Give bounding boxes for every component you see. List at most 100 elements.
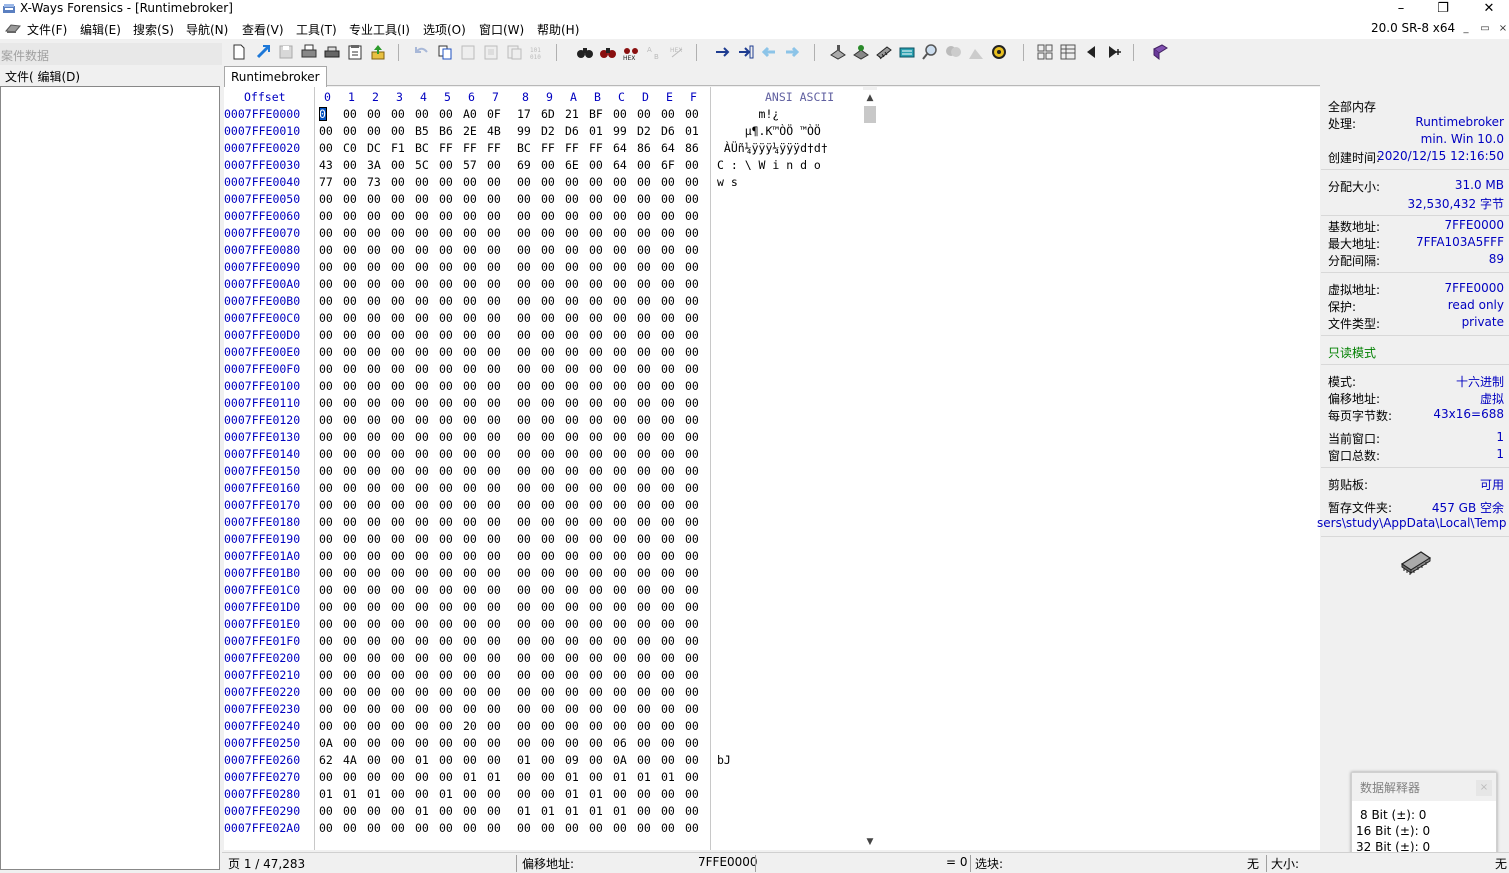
hex-byte[interactable]: 00 [589,430,609,444]
hex-byte[interactable]: D2 [637,124,657,138]
hex-byte[interactable]: 00 [613,345,633,359]
hex-byte[interactable]: 00 [319,311,339,325]
hex-byte[interactable]: 00 [463,532,483,546]
hex-byte[interactable]: 00 [463,498,483,512]
hex-byte[interactable]: 00 [487,464,507,478]
hex-byte[interactable]: 00 [391,379,411,393]
hex-byte[interactable]: 00 [589,158,609,172]
hex-byte[interactable]: 00 [589,413,609,427]
hex-byte[interactable]: 00 [463,702,483,716]
hex-byte[interactable]: 01 [415,804,435,818]
hex-byte[interactable]: 00 [541,260,561,274]
hex-byte[interactable]: 00 [391,685,411,699]
hex-byte[interactable]: 00 [517,362,537,376]
hex-byte[interactable]: 00 [565,668,585,682]
hex-byte[interactable]: BC [415,141,435,155]
hex-byte[interactable]: 00 [439,175,459,189]
hex-byte[interactable]: 00 [439,549,459,563]
hex-byte[interactable]: 00 [517,379,537,393]
hex-byte[interactable]: 00 [439,379,459,393]
hex-byte[interactable]: 00 [487,209,507,223]
hex-byte[interactable]: 00 [367,702,387,716]
hex-byte[interactable]: 00 [343,634,363,648]
hex-byte[interactable]: 00 [589,719,609,733]
hex-byte[interactable]: 00 [487,651,507,665]
hex-byte[interactable]: 00 [391,736,411,750]
hex-byte[interactable]: 00 [637,634,657,648]
hex-byte[interactable]: 00 [613,787,633,801]
hex-byte[interactable]: 00 [517,617,537,631]
hex-byte[interactable]: 86 [685,141,705,155]
hex-byte[interactable]: 5C [415,158,435,172]
hex-byte[interactable]: 00 [439,243,459,257]
hex-byte[interactable]: 00 [565,481,585,495]
hex-byte[interactable]: 00 [391,702,411,716]
hex-byte[interactable]: 00 [541,702,561,716]
hex-byte[interactable]: 00 [463,294,483,308]
hex-byte[interactable]: 00 [661,651,681,665]
hex-byte[interactable]: 00 [391,719,411,733]
hex-byte[interactable]: 00 [367,260,387,274]
ascii-text[interactable]: m!¿ [717,107,780,121]
hex-byte[interactable]: 00 [517,532,537,546]
hex-byte[interactable]: 00 [391,549,411,563]
hex-byte[interactable]: 00 [391,107,411,121]
hex-byte[interactable]: 00 [391,617,411,631]
hex-byte[interactable]: 00 [487,158,507,172]
hex-byte[interactable]: 00 [589,668,609,682]
hex-byte[interactable]: 00 [391,651,411,665]
hex-byte[interactable]: 00 [367,515,387,529]
hex-byte[interactable]: 00 [661,345,681,359]
hex-byte[interactable]: 00 [487,753,507,767]
hex-byte[interactable]: 00 [589,566,609,580]
hex-byte[interactable]: 00 [415,634,435,648]
hex-byte[interactable]: 00 [391,158,411,172]
hex-byte[interactable]: BF [589,107,609,121]
hex-byte[interactable]: 00 [661,566,681,580]
hex-byte[interactable]: 00 [685,243,705,257]
hex-byte[interactable]: 00 [343,107,363,121]
hex-byte[interactable]: 01 [517,804,537,818]
hex-byte[interactable]: 00 [415,583,435,597]
hex-byte[interactable]: 00 [541,685,561,699]
hex-byte[interactable]: 00 [565,311,585,325]
hex-byte[interactable]: 00 [589,396,609,410]
hex-byte[interactable]: 00 [565,396,585,410]
hex-byte[interactable]: 00 [343,311,363,325]
hex-byte[interactable]: 00 [391,430,411,444]
hex-byte[interactable]: 00 [319,379,339,393]
hex-byte[interactable]: 00 [613,413,633,427]
hex-byte[interactable]: 00 [685,209,705,223]
hex-byte[interactable]: 00 [541,498,561,512]
hex-byte[interactable]: 00 [319,345,339,359]
hex-byte[interactable]: 00 [343,277,363,291]
hex-byte[interactable]: 00 [487,600,507,614]
hex-scrollbar[interactable]: ▲ ▼ [863,90,877,850]
hex-byte[interactable]: 6E [565,158,585,172]
hex-byte[interactable]: 00 [661,362,681,376]
clipboard-icon[interactable] [505,43,523,61]
hex-byte[interactable]: 00 [439,107,459,121]
hex-byte[interactable]: 00 [367,804,387,818]
menu-search[interactable]: 搜索(S) [133,21,174,38]
hex-byte[interactable]: 00 [685,549,705,563]
hex-byte[interactable]: 00 [415,549,435,563]
hex-byte[interactable]: 01 [439,787,459,801]
hex-byte[interactable]: 00 [439,260,459,274]
hex-byte[interactable]: 00 [589,753,609,767]
hex-byte[interactable]: 00 [487,294,507,308]
hex-byte[interactable]: 00 [565,821,585,835]
hex-byte[interactable]: 00 [439,651,459,665]
search-icon[interactable] [921,43,939,61]
hex-byte[interactable]: 00 [367,770,387,784]
hex-byte[interactable]: 00 [613,566,633,580]
hex-byte[interactable]: 00 [415,413,435,427]
hex-byte[interactable]: 00 [343,413,363,427]
hex-byte[interactable]: 00 [367,821,387,835]
hex-byte[interactable]: 00 [661,736,681,750]
hex-byte[interactable]: 00 [319,566,339,580]
hex-byte[interactable]: 00 [685,107,705,121]
hex-byte[interactable]: 00 [367,209,387,223]
hex-byte[interactable]: 00 [367,243,387,257]
hex-byte[interactable]: 00 [541,464,561,478]
